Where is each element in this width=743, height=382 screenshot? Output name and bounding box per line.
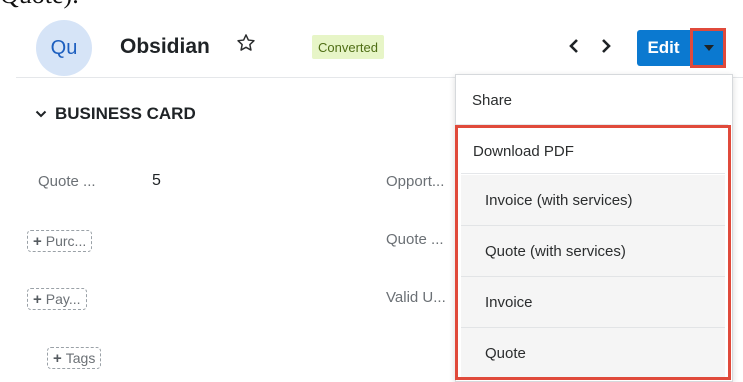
chevron-right-icon — [602, 39, 611, 53]
add-purchase-pill[interactable]: + Purc... — [27, 230, 93, 252]
pill-label: Tags — [65, 350, 96, 366]
download-highlight-box — [455, 125, 731, 380]
doc-text-fragment: Quote). — [0, 0, 79, 10]
plus-icon: + — [33, 232, 42, 250]
avatar: Qu — [36, 20, 92, 76]
next-record-button[interactable] — [593, 33, 619, 59]
section-header[interactable]: BUSINESS CARD — [35, 104, 196, 124]
chevron-down-icon — [35, 110, 47, 118]
record-title: Obsidian — [120, 35, 210, 58]
star-icon[interactable] — [235, 32, 257, 54]
previous-record-button[interactable] — [561, 33, 587, 59]
opportunity-field-label: Opport... — [386, 173, 445, 190]
status-badge: Converted — [312, 35, 384, 59]
dropdown-highlight-box — [690, 28, 726, 68]
plus-icon: + — [53, 349, 62, 367]
quote-field-value: 5 — [152, 172, 161, 189]
valid-until-field-label: Valid U... — [386, 289, 446, 306]
add-payment-pill[interactable]: + Pay... — [27, 288, 87, 310]
plus-icon: + — [33, 290, 42, 308]
quote-field-label: Quote ... — [38, 173, 96, 190]
chevron-left-icon — [569, 39, 578, 53]
section-title: BUSINESS CARD — [55, 104, 196, 123]
edit-button[interactable]: Edit — [637, 30, 690, 66]
menu-item-share[interactable]: Share — [456, 77, 728, 123]
pill-label: Purc... — [45, 233, 87, 249]
pill-label: Pay... — [45, 291, 81, 307]
add-tags-pill[interactable]: + Tags — [47, 347, 102, 369]
quote-2-field-label: Quote ... — [386, 231, 444, 248]
